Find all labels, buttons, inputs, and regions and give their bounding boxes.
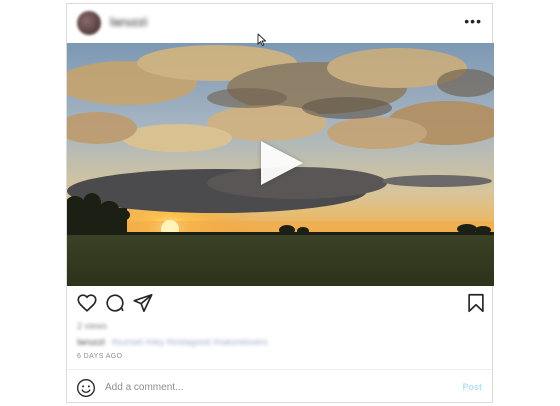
emoji-icon[interactable] xyxy=(76,378,96,398)
post-video[interactable] xyxy=(67,43,494,286)
caption-username[interactable]: laruzzi xyxy=(77,337,105,347)
post-username[interactable]: laruzzi xyxy=(110,15,147,29)
caption-hashtags[interactable]: #sunset #sky #instagood #naturelovers xyxy=(112,337,268,347)
post-caption: laruzzi #sunset #sky #instagood #naturel… xyxy=(77,337,268,347)
comment-icon[interactable] xyxy=(104,292,126,314)
comment-input[interactable] xyxy=(105,378,445,396)
comment-row: Post xyxy=(67,370,492,404)
play-icon[interactable] xyxy=(261,141,303,185)
action-bar xyxy=(67,290,492,318)
more-options-icon[interactable]: ••• xyxy=(464,13,482,29)
post-timestamp[interactable]: 6 DAYS AGO xyxy=(77,353,123,360)
avatar[interactable] xyxy=(77,11,101,35)
post-header: laruzzi ••• xyxy=(67,4,492,42)
share-icon[interactable] xyxy=(132,292,154,314)
post-comment-button[interactable]: Post xyxy=(462,382,482,392)
bookmark-icon[interactable] xyxy=(465,292,487,314)
post-card: laruzzi ••• 2 views laruzzi #sunset #sky… xyxy=(66,3,494,404)
view-count[interactable]: 2 views xyxy=(77,321,107,331)
mouse-cursor-icon xyxy=(257,33,267,47)
heart-icon[interactable] xyxy=(76,292,98,314)
